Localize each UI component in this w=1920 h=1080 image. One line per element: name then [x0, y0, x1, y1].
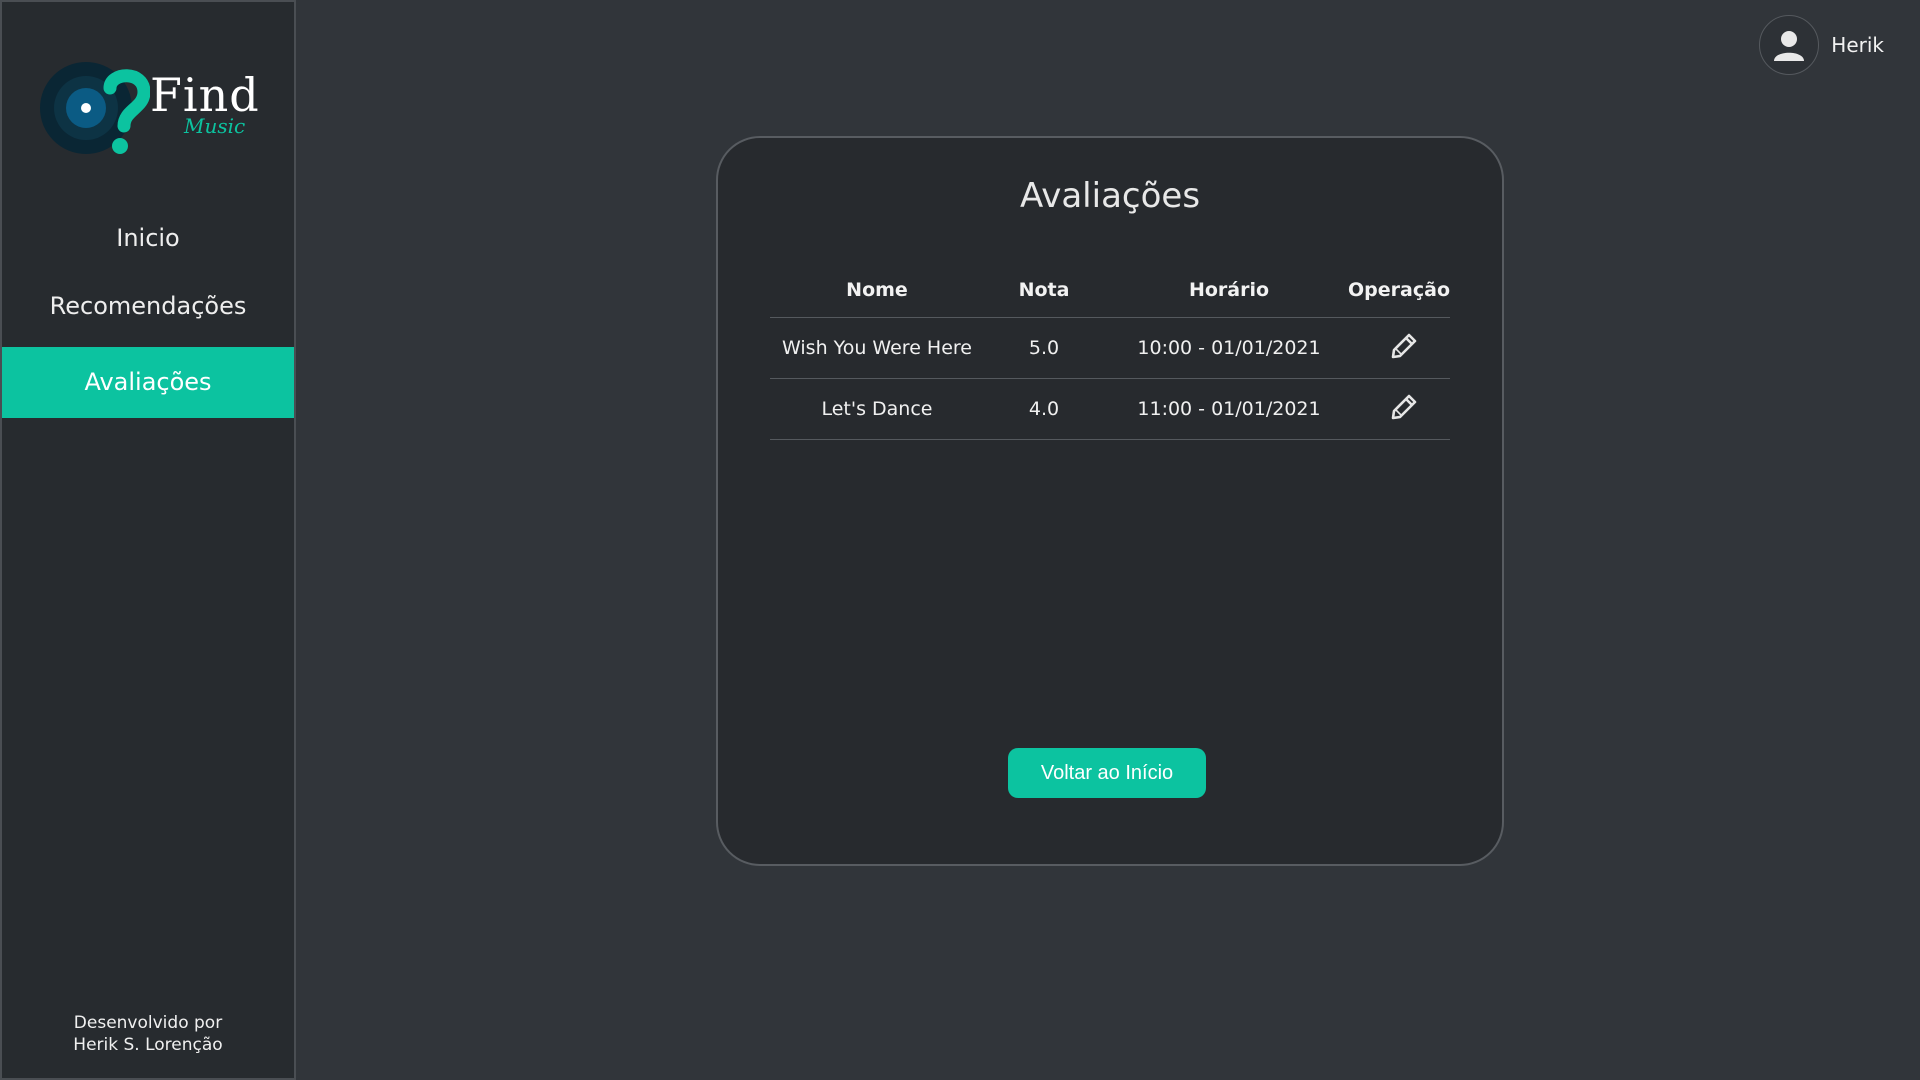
cell-operacao — [1354, 331, 1450, 366]
reviews-table: Nome Nota Horário Operação Wish You Were… — [770, 262, 1450, 440]
table-row: Wish You Were Here 5.0 10:00 - 01/01/202… — [770, 318, 1450, 379]
sidebar: Find Music Inicio Recomendações Avaliaçõ… — [0, 0, 296, 1080]
cell-nota: 5.0 — [1028, 337, 1060, 359]
avatar[interactable] — [1759, 15, 1820, 75]
edit-button[interactable] — [1385, 392, 1419, 427]
cell-horario: 10:00 - 01/01/2021 — [1137, 337, 1321, 359]
cell-horario: 11:00 - 01/01/2021 — [1137, 398, 1321, 420]
cell-nota: 4.0 — [1028, 398, 1060, 420]
credit-line-2: Herik S. Lorenção — [73, 1035, 223, 1055]
edit-button[interactable] — [1385, 331, 1419, 366]
cell-nome: Let's Dance — [821, 398, 933, 420]
cell-operacao — [1354, 392, 1450, 427]
reviews-card: Avaliações Nome Nota Horário Operação Wi… — [716, 136, 1504, 866]
vinyl-question-logo-icon — [40, 62, 150, 154]
pencil-icon — [1391, 394, 1417, 419]
column-header-horario: Horário — [1188, 278, 1270, 301]
column-header-nome: Nome — [846, 278, 908, 301]
app-root: Find Music Inicio Recomendações Avaliaçõ… — [0, 0, 1920, 1080]
user-icon — [1774, 31, 1805, 61]
cell-nome: Wish You Were Here — [782, 337, 972, 359]
table-row: Let's Dance 4.0 11:00 - 01/01/2021 — [770, 379, 1450, 440]
page-title: Avaliações — [1019, 176, 1201, 216]
logo: Find Music — [40, 58, 270, 158]
credit-line-1: Desenvolvido por — [73, 1013, 223, 1033]
table-header-row: Nome Nota Horário Operação — [770, 262, 1450, 318]
column-header-operacao: Operação — [1348, 278, 1450, 301]
developer-credit: Desenvolvido por Herik S. Lorenção — [2, 1012, 294, 1056]
sidebar-item-avaliacoes[interactable]: Avaliações — [2, 347, 294, 418]
sidebar-item-recomendacoes[interactable]: Recomendações — [2, 286, 294, 326]
brand-subtitle: Music — [184, 114, 246, 138]
sidebar-item-inicio[interactable]: Inicio — [2, 218, 294, 258]
pencil-icon — [1391, 333, 1417, 358]
column-header-nota: Nota — [1018, 278, 1070, 301]
user-name: Herik — [1831, 33, 1884, 57]
user-menu[interactable]: Herik — [1759, 14, 1884, 76]
back-to-home-button[interactable]: Voltar ao Início — [1008, 748, 1206, 798]
